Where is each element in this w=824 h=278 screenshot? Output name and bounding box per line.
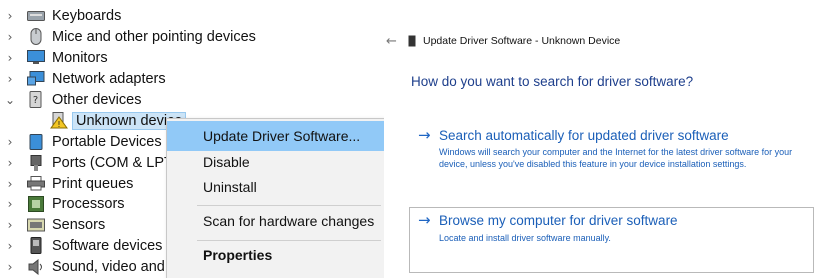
portable-device-icon	[27, 133, 45, 150]
tree-item-software-devices[interactable]: › Software devices	[0, 235, 162, 256]
chevron-right-icon[interactable]: ›	[0, 156, 20, 170]
tree-item-unknown-device[interactable]: ! Unknown device	[32, 110, 187, 131]
option-search-automatically[interactable]: → Search automatically for updated drive…	[409, 122, 814, 186]
software-device-icon	[27, 237, 45, 254]
tree-item-keyboards[interactable]: › Keyboards	[0, 5, 122, 26]
chevron-right-icon[interactable]: ›	[0, 135, 20, 149]
svg-text:!: !	[57, 120, 60, 129]
chevron-down-icon[interactable]: ⌄	[0, 93, 20, 107]
chevron-right-icon[interactable]: ›	[0, 218, 20, 232]
mouse-icon	[27, 28, 45, 45]
wizard-question: How do you want to search for driver sof…	[411, 74, 694, 89]
chevron-right-icon[interactable]: ›	[0, 51, 20, 65]
tree-item-label: Processors	[52, 195, 125, 212]
tree-item-network-adapters[interactable]: › Network adapters	[0, 68, 166, 89]
port-icon	[27, 154, 45, 171]
chevron-right-icon[interactable]: ›	[0, 30, 20, 44]
context-menu: Update Driver Software... Disable Uninst…	[166, 118, 384, 278]
tree-item-monitors[interactable]: › Monitors	[0, 47, 108, 68]
tree-item-portable-devices[interactable]: › Portable Devices	[0, 131, 162, 152]
chevron-right-icon[interactable]: ›	[0, 260, 20, 274]
arrow-right-icon: →	[418, 211, 431, 229]
device-manager-tree: › Keyboards › Mice and other pointing de…	[0, 0, 384, 278]
tree-item-label: Portable Devices	[52, 133, 162, 150]
svg-text:?: ?	[33, 95, 38, 106]
tree-item-label: Keyboards	[52, 7, 122, 24]
update-driver-wizard: ← Update Driver Software - Unknown Devic…	[384, 0, 824, 278]
tree-item-label: Other devices	[52, 91, 142, 108]
tree-item-label: Monitors	[52, 49, 108, 66]
back-arrow-icon[interactable]: ←	[386, 34, 400, 49]
option-title: Browse my computer for driver software	[439, 213, 678, 228]
option-description: Locate and install driver software manua…	[439, 233, 611, 243]
unknown-device-category-icon: ?	[27, 91, 45, 108]
warning-device-icon: !	[50, 112, 68, 129]
keyboard-icon	[27, 8, 45, 24]
device-icon	[408, 35, 416, 47]
sensor-icon	[27, 217, 45, 233]
speaker-icon	[27, 258, 45, 275]
tree-item-ports[interactable]: › Ports (COM & LPT)	[0, 152, 178, 173]
tree-item-label: Mice and other pointing devices	[52, 28, 256, 45]
menu-item-properties[interactable]: Properties	[167, 240, 384, 270]
tree-item-other-devices[interactable]: ⌄ ? Other devices	[0, 89, 141, 110]
tree-item-print-queues[interactable]: › Print queues	[0, 173, 134, 194]
chevron-right-icon[interactable]: ›	[0, 177, 20, 191]
tree-item-sensors[interactable]: › Sensors	[0, 214, 106, 235]
printer-icon	[27, 176, 45, 192]
tree-item-label: Sensors	[52, 216, 106, 233]
wizard-title: Update Driver Software - Unknown Device	[423, 35, 621, 47]
chevron-right-icon[interactable]: ›	[0, 72, 20, 86]
chevron-right-icon[interactable]: ›	[0, 197, 20, 211]
wizard-header: ← Update Driver Software - Unknown Devic…	[384, 30, 620, 52]
processor-icon	[27, 195, 45, 212]
option-description: Windows will search your computer and th…	[439, 147, 793, 169]
menu-item-scan-for-hardware-changes[interactable]: Scan for hardware changes	[167, 206, 384, 236]
tree-item-label: Ports (COM & LPT)	[52, 154, 178, 171]
arrow-right-icon: →	[418, 126, 431, 144]
tree-item-label: Software devices	[52, 237, 163, 254]
chevron-right-icon[interactable]: ›	[0, 9, 20, 23]
chevron-right-icon[interactable]: ›	[0, 239, 20, 253]
tree-item-label: Network adapters	[52, 70, 166, 87]
option-title: Search automatically for updated driver …	[439, 128, 729, 143]
menu-item-uninstall[interactable]: Uninstall	[167, 172, 384, 202]
tree-item-label: Print queues	[52, 175, 134, 192]
network-adapter-icon	[27, 71, 45, 87]
monitor-icon	[27, 50, 45, 66]
tree-item-mice[interactable]: › Mice and other pointing devices	[0, 26, 256, 47]
tree-item-processors[interactable]: › Processors	[0, 193, 125, 214]
option-browse-my-computer[interactable]: → Browse my computer for driver software…	[409, 207, 814, 273]
